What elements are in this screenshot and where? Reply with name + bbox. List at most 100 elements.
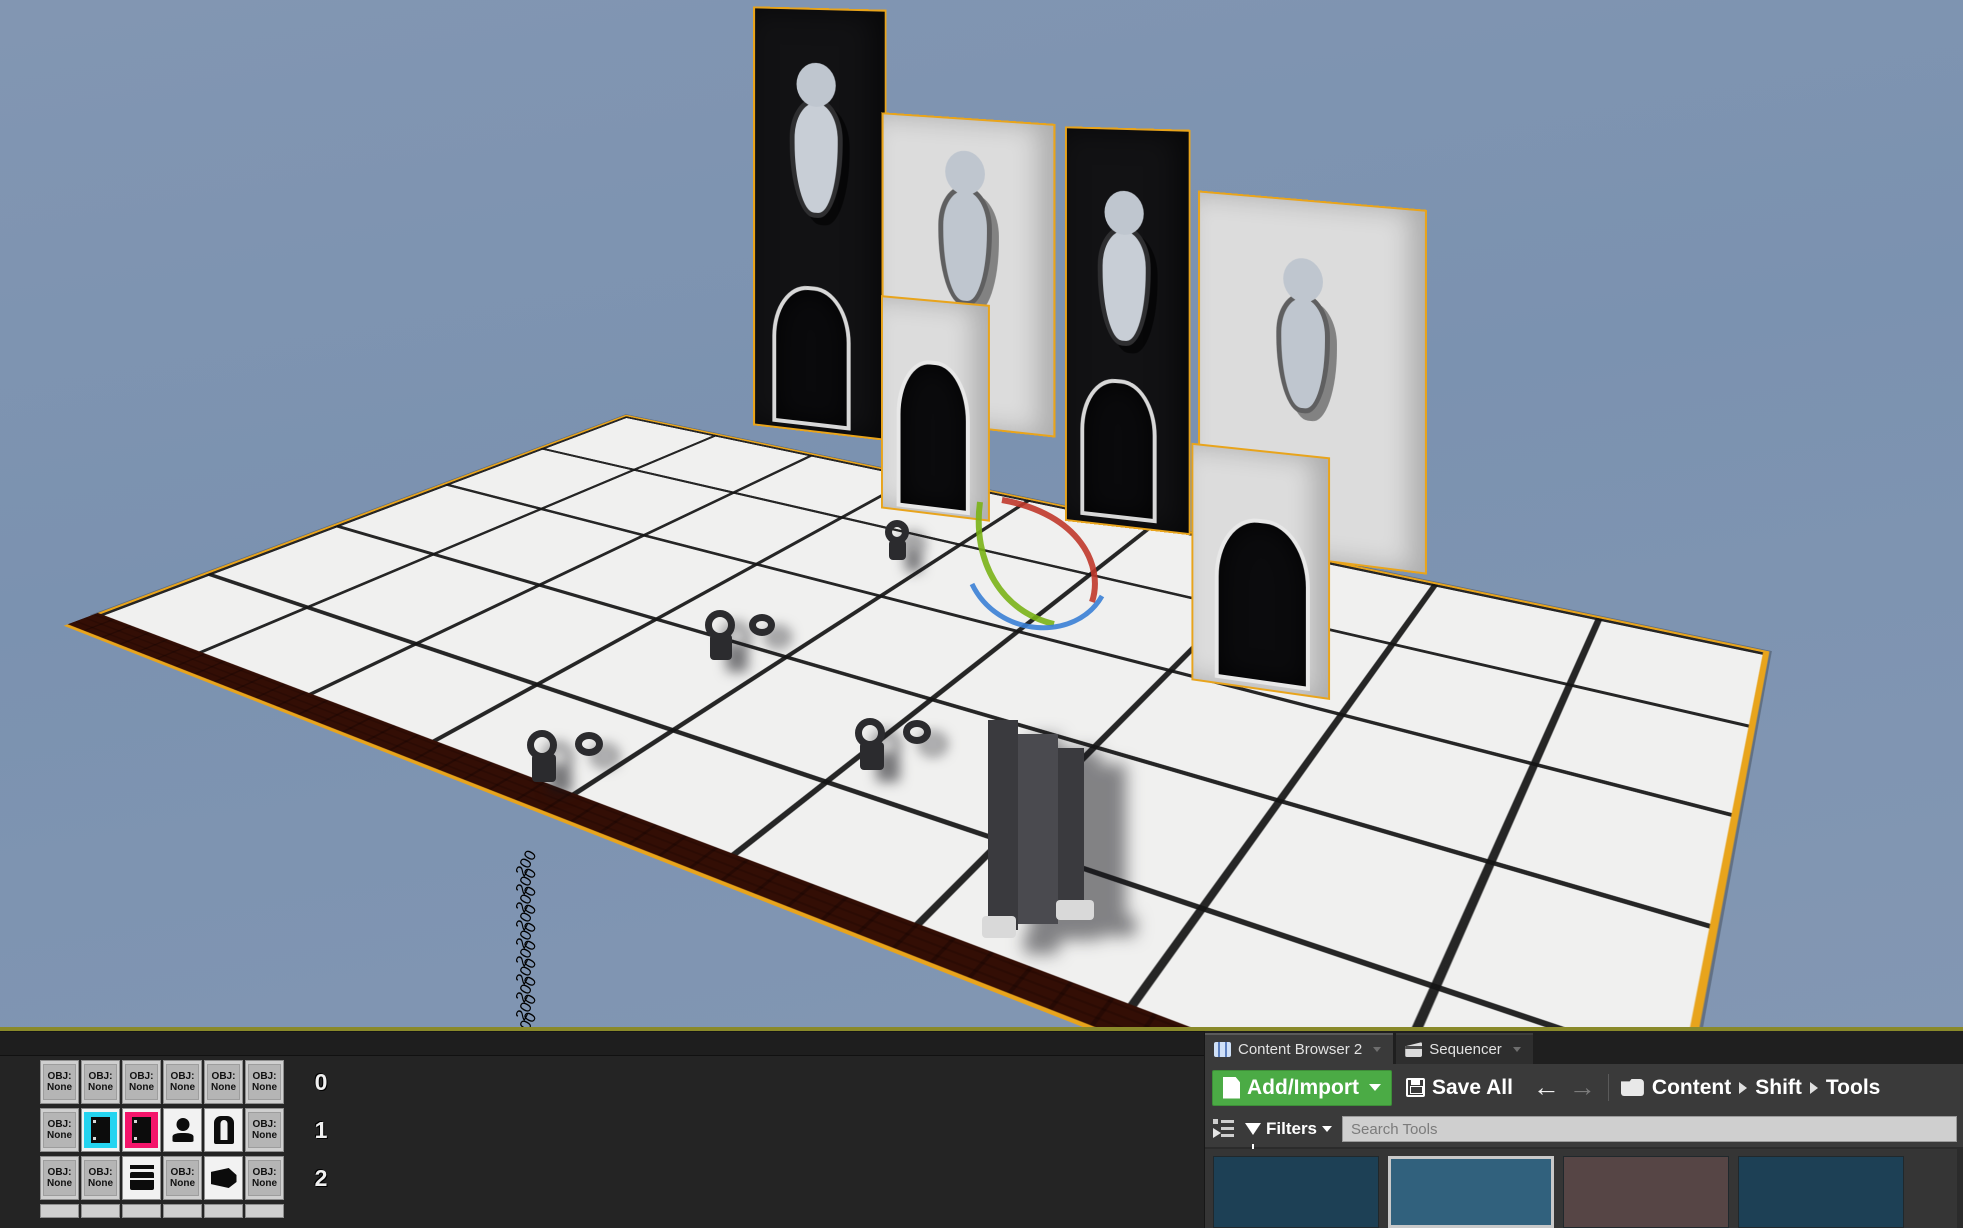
- level-viewport[interactable]: 2002002002002002002002002002002002002002…: [0, 0, 1963, 1031]
- object-slot-label: OBJ: None: [43, 1160, 76, 1196]
- object-slot-empty[interactable]: OBJ: None: [245, 1060, 284, 1104]
- object-slot-filled[interactable]: [122, 1156, 161, 1200]
- breadcrumb-item-shift[interactable]: Shift: [1755, 1076, 1802, 1100]
- search-input[interactable]: Search Tools: [1342, 1116, 1957, 1142]
- object-slot-label: OBJ: None: [84, 1064, 117, 1100]
- tab-sequencer[interactable]: Sequencer: [1396, 1033, 1533, 1064]
- prop-actor[interactable]: [705, 610, 775, 660]
- floppy-disk-icon: [1405, 1078, 1425, 1097]
- object-slot-label: OBJ: None: [84, 1160, 117, 1196]
- object-grid-panel[interactable]: OBJ: None OBJ: None OBJ: None OBJ: None OBJ: None…: [0, 1031, 1204, 1228]
- content-browser-panel[interactable]: Content Browser 2 Sequencer Add/Import Sa…: [1204, 1031, 1963, 1228]
- object-slot-empty[interactable]: [40, 1204, 79, 1218]
- forward-arrow-icon[interactable]: →: [1569, 1074, 1596, 1101]
- object-slot-empty[interactable]: OBJ: None: [163, 1060, 202, 1104]
- pillar-icon: [207, 1112, 240, 1148]
- arch-door-cutout: [896, 357, 970, 516]
- object-slot-label: OBJ: None: [43, 1112, 76, 1148]
- keyhole-cutout: [1276, 290, 1330, 417]
- save-all-button[interactable]: Save All: [1405, 1076, 1513, 1100]
- wall-panel-3[interactable]: [880, 295, 990, 522]
- search-placeholder: Search Tools: [1351, 1120, 1438, 1138]
- prop-actor[interactable]: [855, 718, 931, 770]
- object-slot-empty[interactable]: OBJ: None: [40, 1108, 79, 1152]
- tree-view-toggle-icon[interactable]: [1213, 1119, 1235, 1139]
- tab-label: Sequencer: [1429, 1041, 1502, 1058]
- object-grid-row-number: 1: [314, 1116, 328, 1143]
- sequencer-icon: [1405, 1042, 1423, 1057]
- asset-thumb-1[interactable]: [1213, 1156, 1379, 1228]
- object-slot-label: OBJ: None: [125, 1064, 158, 1100]
- tab-content-browser-2[interactable]: Content Browser 2: [1205, 1033, 1394, 1064]
- object-grid-row: OBJ: None OBJ: None 1: [40, 1108, 338, 1156]
- breadcrumb[interactable]: Content Shift Tools: [1620, 1076, 1880, 1100]
- rotation-gizmo[interactable]: [962, 492, 1122, 642]
- object-slot-empty[interactable]: [81, 1204, 120, 1218]
- object-slot-empty[interactable]: OBJ: None: [163, 1156, 202, 1200]
- keyhole-cutout: [938, 183, 992, 309]
- chevron-down-icon[interactable]: [1512, 1047, 1521, 1052]
- object-grid-row-number-cell: 2: [286, 1156, 338, 1200]
- content-browser-tabbar[interactable]: Content Browser 2 Sequencer: [1205, 1031, 1963, 1064]
- filters-label: Filters: [1266, 1119, 1318, 1138]
- object-slot-empty[interactable]: OBJ: None: [81, 1156, 120, 1200]
- object-slot-filled[interactable]: [81, 1108, 120, 1152]
- content-browser-filterbar[interactable]: Filters Search Tools: [1205, 1111, 1963, 1150]
- toolbar-divider: [1607, 1074, 1609, 1101]
- object-slot-label: OBJ: None: [207, 1064, 240, 1100]
- prop-actor[interactable]: [885, 520, 909, 560]
- object-slot-empty[interactable]: OBJ: None: [40, 1060, 79, 1104]
- object-slot-empty[interactable]: OBJ: None: [245, 1156, 284, 1200]
- content-browser-icon: [1214, 1042, 1231, 1057]
- lamp-icon: [166, 1112, 199, 1148]
- funnel-icon: [1245, 1123, 1261, 1150]
- tower-actor[interactable]: [960, 720, 1120, 950]
- gizmo-axis-x[interactable]: [1001, 497, 1098, 603]
- object-slot-empty[interactable]: OBJ: None: [81, 1060, 120, 1104]
- navigation-arrows[interactable]: ← →: [1533, 1074, 1596, 1101]
- object-slot-empty[interactable]: OBJ: None: [245, 1108, 284, 1152]
- bridge-icon: [207, 1160, 240, 1196]
- object-slot-empty[interactable]: [245, 1204, 284, 1218]
- object-slot-empty[interactable]: [204, 1204, 243, 1218]
- asset-scrollbar[interactable]: [1957, 1149, 1963, 1228]
- wall-panel-6[interactable]: [1191, 442, 1331, 701]
- wall-panel-1[interactable]: [753, 6, 887, 441]
- object-slot-filled[interactable]: [204, 1156, 243, 1200]
- prop-actor[interactable]: [527, 730, 603, 782]
- object-slot-empty[interactable]: [122, 1204, 161, 1218]
- object-grid[interactable]: OBJ: None OBJ: None OBJ: None OBJ: None OBJ: None…: [40, 1060, 338, 1228]
- filters-button[interactable]: Filters: [1245, 1119, 1333, 1150]
- add-import-button[interactable]: Add/Import: [1212, 1069, 1392, 1106]
- bottom-dock: OBJ: None OBJ: None OBJ: None OBJ: None OBJ: None…: [0, 1031, 1963, 1228]
- cyan-door-icon: [84, 1112, 117, 1148]
- chest-icon: [125, 1160, 158, 1196]
- asset-thumb-4[interactable]: [1738, 1156, 1904, 1228]
- object-grid-row-number: 2: [314, 1164, 328, 1191]
- object-slot-label: OBJ: None: [248, 1112, 281, 1148]
- object-grid-row-number: 0: [314, 1068, 328, 1095]
- object-slot-filled[interactable]: [122, 1108, 161, 1152]
- object-slot-filled[interactable]: [204, 1108, 243, 1152]
- object-slot-empty[interactable]: OBJ: None: [40, 1156, 79, 1200]
- object-grid-row: OBJ: None OBJ: None OBJ: None OBJ: None 2: [40, 1156, 338, 1204]
- object-slot-empty[interactable]: OBJ: None: [122, 1060, 161, 1104]
- asset-thumb-3[interactable]: [1563, 1156, 1729, 1228]
- object-slot-empty[interactable]: OBJ: None: [204, 1060, 243, 1104]
- back-arrow-icon[interactable]: ←: [1533, 1074, 1560, 1101]
- breadcrumb-item-content[interactable]: Content: [1652, 1076, 1731, 1100]
- object-slot-filled[interactable]: [163, 1108, 202, 1152]
- object-grid-row-number-cell: 0: [286, 1060, 338, 1104]
- asset-thumb-2[interactable]: [1388, 1156, 1554, 1228]
- wall-panel-4[interactable]: [1065, 126, 1191, 536]
- chevron-down-icon[interactable]: [1373, 1047, 1382, 1052]
- object-grid-header: [0, 1032, 1204, 1056]
- object-grid-row: OBJ: None OBJ: None OBJ: None OBJ: None OBJ: None…: [40, 1060, 338, 1108]
- object-slot-empty[interactable]: [163, 1204, 202, 1218]
- breadcrumb-item-tools[interactable]: Tools: [1826, 1076, 1880, 1100]
- asset-thumbnail-list[interactable]: [1205, 1149, 1963, 1228]
- object-slot-label: OBJ: None: [166, 1160, 199, 1196]
- content-browser-toolbar[interactable]: Add/Import Save All ← → Content Shift Tool…: [1205, 1064, 1963, 1111]
- keyhole-cutout: [789, 96, 843, 220]
- unreal-editor-window: 2002002002002002002002002002002002002002…: [0, 0, 1963, 1228]
